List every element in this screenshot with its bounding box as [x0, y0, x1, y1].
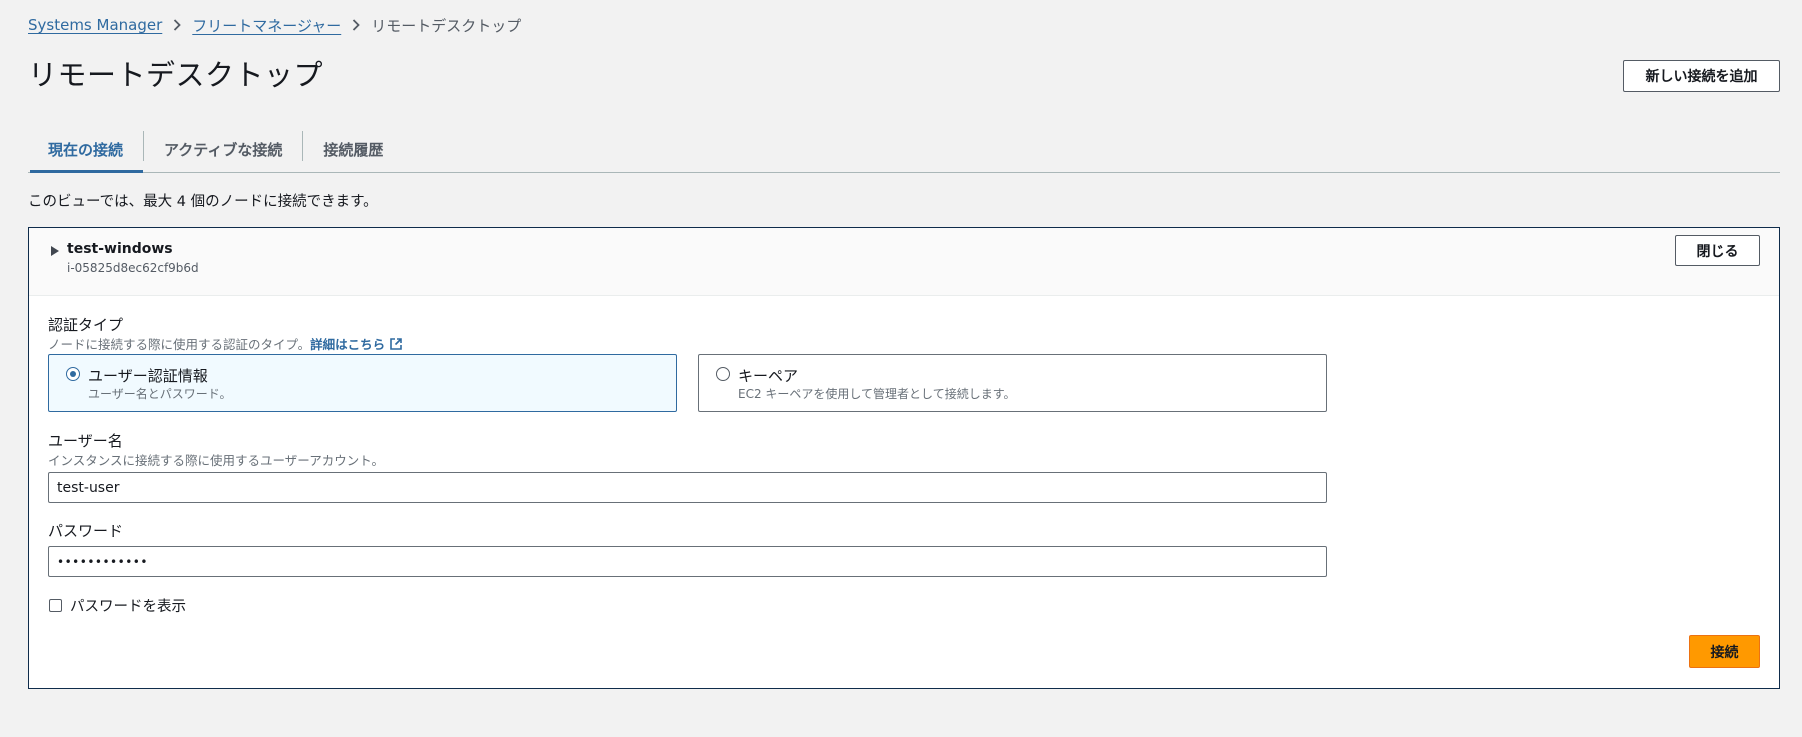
intro-text: このビューでは、最大 4 個のノードに接続できます。: [28, 194, 378, 210]
auth-option-key-pair[interactable]: キーペア EC2 キーペアを使用して管理者として接続します。: [698, 354, 1327, 412]
option-description: ユーザー名とパスワード。: [88, 387, 232, 401]
breadcrumb-current: リモートデスクトップ: [371, 16, 522, 35]
auth-type-description-text: ノードに接続する際に使用する認証のタイプ。: [48, 337, 311, 352]
breadcrumb: Systems Manager フリートマネージャー リモートデスクトップ: [28, 15, 521, 35]
option-description: EC2 キーペアを使用して管理者として接続します。: [738, 387, 1016, 401]
tab-connection-history[interactable]: 接続履歴: [303, 126, 403, 172]
close-button[interactable]: 閉じる: [1675, 235, 1760, 266]
breadcrumb-systems-manager[interactable]: Systems Manager: [28, 16, 162, 34]
chevron-right-icon: [341, 19, 371, 31]
connection-panel: test-windows i-05825d8ec62cf9b6d 閉じる 認証タ…: [28, 227, 1780, 689]
username-input[interactable]: test-user: [48, 472, 1327, 503]
option-title: キーペア: [738, 367, 799, 385]
password-label: パスワード: [48, 522, 124, 540]
page-title: リモートデスクトップ: [28, 58, 324, 92]
radio-button[interactable]: [66, 367, 80, 381]
username-label: ユーザー名: [48, 432, 123, 450]
tab-label: アクティブな接続: [164, 140, 283, 159]
show-password-checkbox[interactable]: [49, 599, 62, 612]
auth-type-label: 認証タイプ: [48, 316, 124, 334]
caret-right-icon[interactable]: [51, 246, 59, 256]
learn-more-text: 詳細はこちら: [310, 337, 386, 352]
add-connection-button[interactable]: 新しい接続を追加: [1623, 60, 1780, 92]
show-password-label[interactable]: パスワードを表示: [70, 595, 186, 616]
panel-header: test-windows i-05825d8ec62cf9b6d 閉じる: [29, 228, 1779, 296]
learn-more-link[interactable]: 詳細はこちら: [310, 337, 403, 352]
radio-button[interactable]: [716, 367, 730, 381]
auth-option-user-credentials[interactable]: ユーザー認証情報 ユーザー名とパスワード。: [48, 354, 677, 412]
chevron-right-icon: [162, 19, 192, 31]
tab-current-connections[interactable]: 現在の接続: [28, 126, 144, 173]
node-name: test-windows: [67, 241, 173, 257]
username-value: test-user: [57, 479, 120, 496]
connect-button[interactable]: 接続: [1689, 635, 1760, 668]
node-id: i-05825d8ec62cf9b6d: [67, 261, 199, 275]
breadcrumb-fleet-manager[interactable]: フリートマネージャー: [192, 15, 341, 36]
option-title: ユーザー認証情報: [88, 367, 208, 385]
auth-type-description: ノードに接続する際に使用する認証のタイプ。詳細はこちら: [48, 334, 403, 353]
tab-label: 接続履歴: [323, 140, 384, 159]
tab-active-connections[interactable]: アクティブな接続: [144, 126, 302, 172]
external-link-icon: [390, 338, 402, 350]
password-input[interactable]: ••••••••••••: [48, 546, 1327, 577]
tab-label: 現在の接続: [48, 140, 124, 159]
username-description: インスタンスに接続する際に使用するユーザーアカウント。: [48, 453, 385, 468]
password-value: ••••••••••••: [57, 554, 148, 569]
tab-bar: 現在の接続 アクティブな接続 接続履歴: [28, 126, 1780, 173]
